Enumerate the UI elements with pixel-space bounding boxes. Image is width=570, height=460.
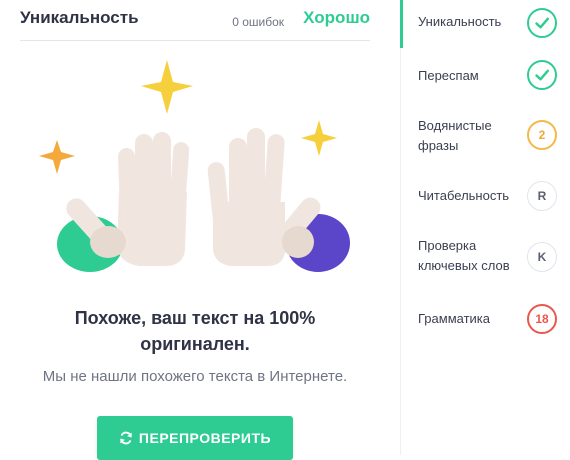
recheck-button-label: ПЕРЕПРОВЕРИТЬ [138, 430, 272, 446]
sidebar-item-label: Уникальность [418, 14, 502, 29]
result-subtitle: Мы не нашли похожего текста в Интернете. [42, 368, 348, 385]
sidebar-item-label-line2: ключевых слов [418, 258, 510, 273]
sidebar-item-label: Проверка ключевых слов [418, 236, 510, 276]
main-panel: Уникальность 0 ошибок Хорошо Похоже, ваш… [0, 0, 400, 460]
sidebar-item-uniqueness[interactable]: Уникальность [400, 0, 570, 48]
recheck-button[interactable]: ПЕРЕПРОВЕРИТЬ [97, 416, 293, 460]
checks-sidebar: Уникальность Переспам Водянистые фразы 2… [400, 0, 570, 455]
refresh-icon [120, 431, 132, 445]
sidebar-item-keywords[interactable]: Проверка ключевых слов K [401, 236, 570, 280]
check-badge-icon [527, 60, 557, 90]
sidebar-item-water-phrases[interactable]: Водянистые фразы 2 [401, 114, 570, 166]
sidebar-item-label-line2: фразы [418, 138, 459, 153]
sidebar-item-label: Водянистые фразы [418, 116, 492, 156]
sidebar-item-label: Переспам [418, 68, 479, 83]
main-header: Уникальность 0 ошибок Хорошо [20, 0, 370, 41]
star-icon [301, 120, 337, 156]
sidebar-item-label-line1: Проверка [418, 238, 477, 253]
star-icon [39, 140, 75, 174]
sidebar-item-readability[interactable]: Читабельность R [401, 180, 570, 216]
star-icon [141, 60, 193, 114]
high-five-illustration [39, 60, 350, 272]
count-badge: 18 [527, 304, 557, 334]
count-badge: 2 [527, 120, 557, 150]
sidebar-item-grammar[interactable]: Грамматика 18 [401, 300, 570, 340]
sidebar-item-label: Читабельность [418, 188, 510, 203]
sidebar-item-overspam[interactable]: Переспам [401, 54, 570, 102]
check-badge-icon [527, 8, 557, 38]
errors-count: 0 ошибок [232, 15, 284, 29]
sidebar-item-label: Грамматика [418, 311, 491, 326]
sidebar-item-label-line1: Водянистые [418, 118, 492, 133]
page-title: Уникальность [20, 8, 139, 27]
status-badge: K [527, 242, 557, 272]
result-title: Похоже, ваш текст на 100% оригинален. [0, 305, 390, 357]
result-title-line1: Похоже, ваш текст на 100% [74, 308, 316, 328]
status-label: Хорошо [303, 8, 370, 27]
status-badge: R [527, 181, 557, 211]
result-title-line2: оригинален. [140, 334, 250, 354]
